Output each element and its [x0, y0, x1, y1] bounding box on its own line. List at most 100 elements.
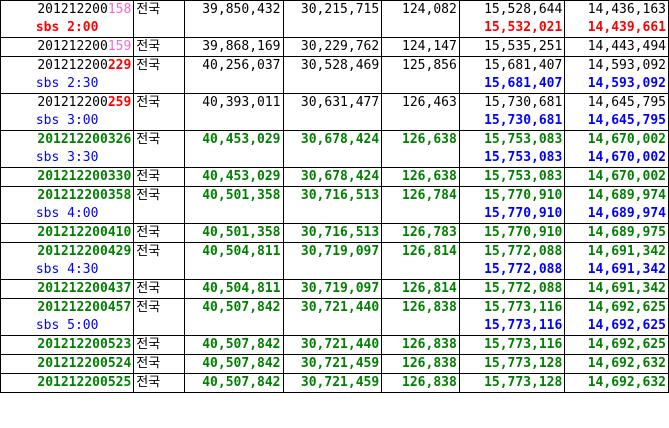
- cell-candidate-b[interactable]: 14,670,002: [564, 130, 669, 149]
- cell-sbs-label[interactable]: sbs 3:00: [0, 112, 135, 131]
- cell-timestamp-id[interactable]: 201212200158: [0, 0, 135, 19]
- cell-candidate-a[interactable]: 15,773,116: [458, 298, 566, 317]
- cell-candidate-b[interactable]: 14,593,092: [564, 56, 669, 75]
- cell-candidate-a[interactable]: 15,773,116: [458, 335, 566, 355]
- cell-invalid[interactable]: [381, 75, 460, 94]
- cell-timestamp-id[interactable]: 201212200437: [0, 279, 135, 299]
- cell-invalid[interactable]: [381, 149, 460, 168]
- cell-counted[interactable]: 30,721,440: [282, 298, 383, 317]
- cell-total[interactable]: [183, 317, 284, 336]
- cell-candidate-a[interactable]: 15,681,407: [458, 75, 566, 94]
- cell-candidate-a[interactable]: 15,753,083: [458, 149, 566, 168]
- cell-invalid[interactable]: 124,082: [381, 0, 460, 19]
- cell-region[interactable]: 전국: [133, 93, 185, 112]
- cell-timestamp-id[interactable]: 201212200524: [0, 354, 135, 374]
- cell-region[interactable]: [133, 317, 185, 336]
- cell-region[interactable]: 전국: [133, 223, 185, 243]
- cell-candidate-b[interactable]: 14,443,494: [564, 37, 669, 57]
- cell-region[interactable]: 전국: [133, 242, 185, 261]
- cell-candidate-b[interactable]: 14,670,002: [564, 167, 669, 187]
- cell-sbs-label[interactable]: sbs 4:30: [0, 261, 135, 280]
- cell-counted[interactable]: [282, 149, 383, 168]
- cell-total[interactable]: 40,504,811: [183, 242, 284, 261]
- cell-timestamp-id[interactable]: 201212200159: [0, 37, 135, 57]
- cell-invalid[interactable]: [381, 19, 460, 38]
- cell-candidate-b[interactable]: 14,692,632: [564, 373, 669, 393]
- cell-counted[interactable]: 30,721,459: [282, 354, 383, 374]
- cell-total[interactable]: [183, 112, 284, 131]
- cell-invalid[interactable]: 124,147: [381, 37, 460, 57]
- cell-invalid[interactable]: 126,838: [381, 335, 460, 355]
- cell-sbs-label[interactable]: sbs 2:00: [0, 19, 135, 38]
- cell-total[interactable]: 40,504,811: [183, 279, 284, 299]
- cell-candidate-a[interactable]: 15,532,021: [458, 19, 566, 38]
- cell-invalid[interactable]: 126,814: [381, 279, 460, 299]
- cell-region[interactable]: 전국: [133, 56, 185, 75]
- cell-invalid[interactable]: [381, 261, 460, 280]
- cell-total[interactable]: 40,507,842: [183, 354, 284, 374]
- cell-total[interactable]: 40,256,037: [183, 56, 284, 75]
- cell-total[interactable]: 40,507,842: [183, 298, 284, 317]
- cell-total[interactable]: 40,501,358: [183, 223, 284, 243]
- cell-timestamp-id[interactable]: 201212200429: [0, 242, 135, 261]
- cell-counted[interactable]: 30,678,424: [282, 167, 383, 187]
- cell-total[interactable]: 40,507,842: [183, 373, 284, 393]
- cell-invalid[interactable]: 126,783: [381, 223, 460, 243]
- cell-invalid[interactable]: 126,638: [381, 130, 460, 149]
- cell-invalid[interactable]: 126,838: [381, 298, 460, 317]
- cell-candidate-b[interactable]: 14,692,625: [564, 317, 669, 336]
- cell-counted[interactable]: 30,719,097: [282, 242, 383, 261]
- cell-candidate-a[interactable]: 15,681,407: [458, 56, 566, 75]
- cell-timestamp-id[interactable]: 201212200525: [0, 373, 135, 393]
- cell-sbs-label[interactable]: sbs 2:30: [0, 75, 135, 94]
- cell-counted[interactable]: [282, 112, 383, 131]
- cell-counted[interactable]: 30,215,715: [282, 0, 383, 19]
- cell-region[interactable]: 전국: [133, 0, 185, 19]
- cell-region[interactable]: 전국: [133, 373, 185, 393]
- cell-counted[interactable]: 30,716,513: [282, 186, 383, 205]
- cell-total[interactable]: 39,850,432: [183, 0, 284, 19]
- cell-candidate-b[interactable]: 14,691,342: [564, 261, 669, 280]
- cell-invalid[interactable]: 126,814: [381, 242, 460, 261]
- cell-sbs-label[interactable]: sbs 3:30: [0, 149, 135, 168]
- cell-candidate-a[interactable]: 15,535,251: [458, 37, 566, 57]
- cell-candidate-b[interactable]: 14,670,002: [564, 149, 669, 168]
- cell-total[interactable]: [183, 19, 284, 38]
- cell-candidate-a[interactable]: 15,528,644: [458, 0, 566, 19]
- cell-region[interactable]: [133, 75, 185, 94]
- cell-counted[interactable]: 30,721,459: [282, 373, 383, 393]
- cell-candidate-a[interactable]: 15,753,083: [458, 130, 566, 149]
- cell-counted[interactable]: 30,229,762: [282, 37, 383, 57]
- cell-invalid[interactable]: [381, 317, 460, 336]
- cell-candidate-b[interactable]: 14,645,795: [564, 93, 669, 112]
- cell-region[interactable]: [133, 261, 185, 280]
- cell-candidate-a[interactable]: 15,772,088: [458, 261, 566, 280]
- cell-region[interactable]: [133, 112, 185, 131]
- cell-total[interactable]: [183, 261, 284, 280]
- cell-candidate-b[interactable]: 14,645,795: [564, 112, 669, 131]
- cell-candidate-b[interactable]: 14,692,625: [564, 298, 669, 317]
- cell-counted[interactable]: 30,721,440: [282, 335, 383, 355]
- cell-total[interactable]: 39,868,169: [183, 37, 284, 57]
- cell-region[interactable]: 전국: [133, 37, 185, 57]
- cell-candidate-b[interactable]: 14,689,974: [564, 186, 669, 205]
- cell-timestamp-id[interactable]: 201212200229: [0, 56, 135, 75]
- cell-candidate-b[interactable]: 14,692,625: [564, 335, 669, 355]
- cell-timestamp-id[interactable]: 201212200358: [0, 186, 135, 205]
- cell-invalid[interactable]: 125,856: [381, 56, 460, 75]
- cell-total[interactable]: 40,393,011: [183, 93, 284, 112]
- cell-candidate-b[interactable]: 14,593,092: [564, 75, 669, 94]
- cell-region[interactable]: 전국: [133, 335, 185, 355]
- cell-counted[interactable]: [282, 261, 383, 280]
- cell-candidate-b[interactable]: 14,436,163: [564, 0, 669, 19]
- cell-total[interactable]: [183, 205, 284, 224]
- cell-invalid[interactable]: [381, 112, 460, 131]
- cell-invalid[interactable]: 126,838: [381, 354, 460, 374]
- cell-total[interactable]: 40,507,842: [183, 335, 284, 355]
- cell-region[interactable]: 전국: [133, 186, 185, 205]
- cell-total[interactable]: [183, 75, 284, 94]
- cell-candidate-a[interactable]: 15,753,083: [458, 167, 566, 187]
- cell-counted[interactable]: 30,719,097: [282, 279, 383, 299]
- cell-region[interactable]: 전국: [133, 354, 185, 374]
- cell-candidate-a[interactable]: 15,770,910: [458, 205, 566, 224]
